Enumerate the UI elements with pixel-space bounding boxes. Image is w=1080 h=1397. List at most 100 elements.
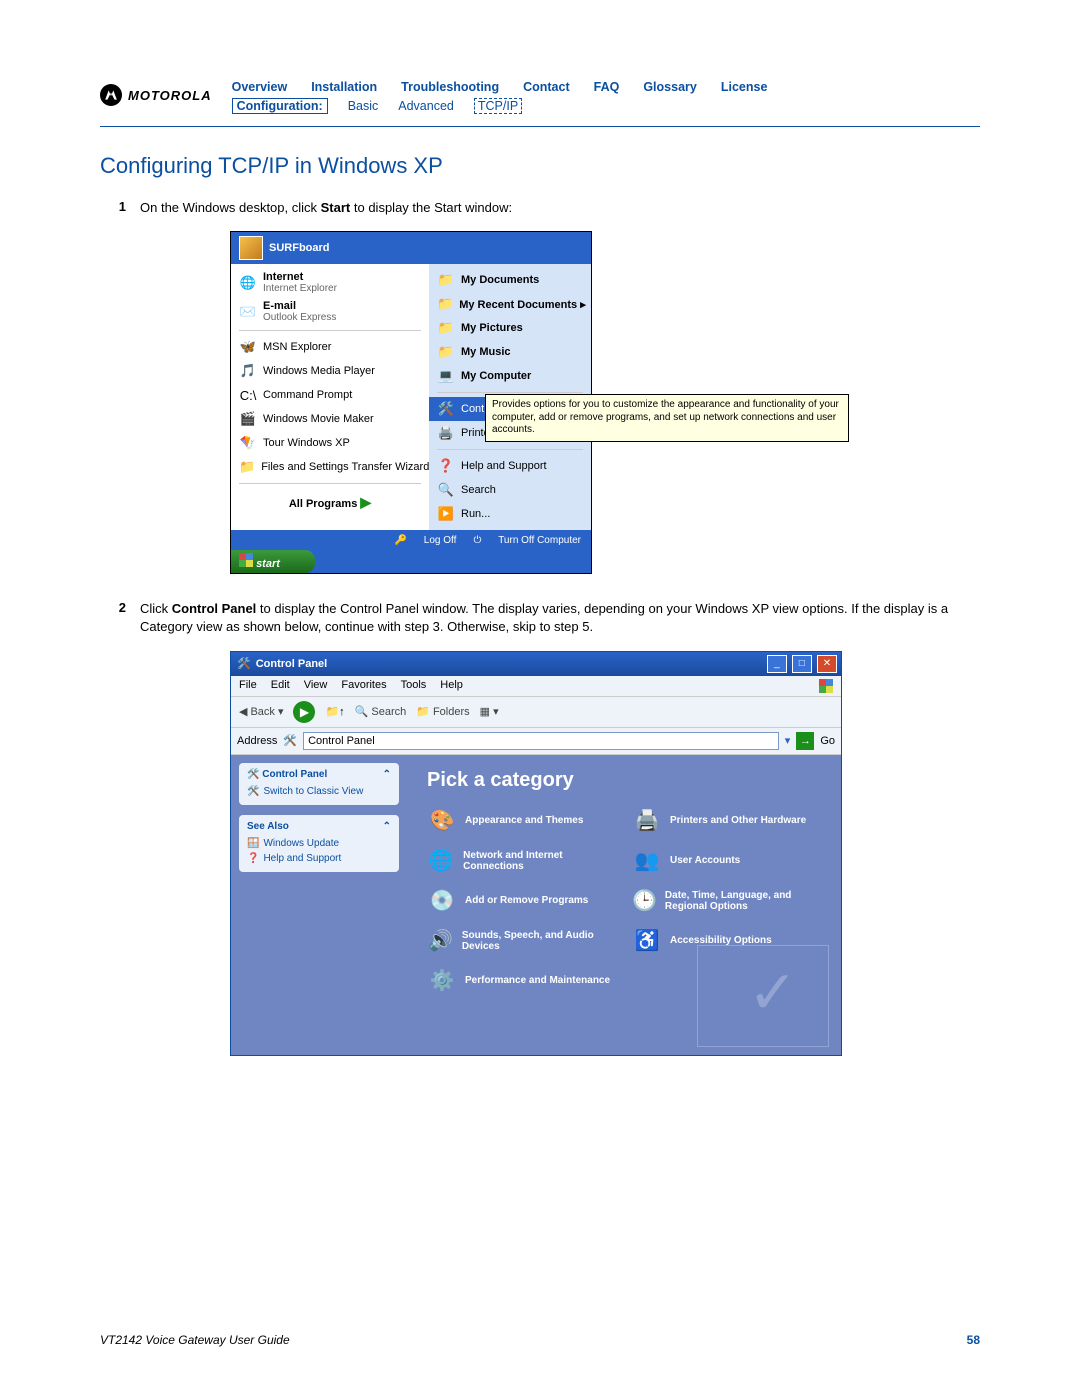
category-item[interactable]: 🕒Date, Time, Language, and Regional Opti… [632, 886, 821, 916]
windows-update-link[interactable]: 🪟 Windows Update [247, 836, 391, 851]
nav-faq[interactable]: FAQ [594, 80, 620, 94]
close-button[interactable]: ✕ [817, 655, 837, 673]
folder-icon: 📁 [437, 295, 453, 313]
menu-bar: File Edit View Favorites Tools Help [231, 676, 841, 697]
motorola-batwing-icon [100, 84, 122, 106]
start-menu-left-item[interactable]: 🎵Windows Media Player [231, 359, 429, 383]
folder-icon: ▶️ [437, 505, 455, 523]
step-2-text: Click Control Panel to display the Contr… [140, 600, 980, 636]
help-support-link[interactable]: ❓ Help and Support [247, 851, 391, 866]
logoff-button[interactable]: 🔑 Log Off [395, 535, 457, 546]
side-panel-see-also: See Also ⌃ 🪟 Windows Update ❓ Help and S… [239, 815, 399, 872]
control-panel-icon: 🛠️ [237, 657, 251, 670]
app-icon: C:\ [239, 386, 257, 404]
nav-sub-advanced[interactable]: Advanced [398, 99, 454, 113]
start-menu-right-item[interactable]: 💻My Computer [429, 364, 591, 388]
forward-button[interactable]: ▶ [293, 701, 315, 723]
nav-sub-tcpip[interactable]: TCP/IP [474, 98, 522, 114]
start-menu-right-item[interactable]: 📁My Music [429, 340, 591, 364]
start-menu-username: SURFboard [269, 242, 330, 254]
category-item[interactable]: 🌐Network and Internet Connections [427, 846, 616, 876]
nav-configuration-label[interactable]: Configuration: [232, 98, 328, 114]
start-menu-right-item[interactable]: 📁My Pictures [429, 316, 591, 340]
category-icon: 🎨 [427, 806, 457, 836]
nav-troubleshooting[interactable]: Troubleshooting [401, 80, 499, 94]
brand-logo: MOTOROLA [100, 80, 212, 106]
category-item[interactable]: 💿Add or Remove Programs [427, 886, 616, 916]
nav-contact[interactable]: Contact [523, 80, 570, 94]
app-icon: 📁 [239, 458, 255, 476]
category-icon: 💿 [427, 886, 457, 916]
address-bar: Address 🛠️ ▾ → Go [231, 728, 841, 755]
menu-help[interactable]: Help [440, 679, 463, 693]
menu-file[interactable]: File [239, 679, 257, 693]
start-menu-left-item[interactable]: 🦋MSN Explorer [231, 335, 429, 359]
category-icon: 🔊 [427, 926, 454, 956]
start-menu-left-item[interactable]: C:\Command Prompt [231, 383, 429, 407]
folders-button[interactable]: 📁 Folders [416, 705, 469, 718]
start-menu-left-item[interactable]: 🎬Windows Movie Maker [231, 407, 429, 431]
start-menu-left-item[interactable]: 🪁Tour Windows XP [231, 431, 429, 455]
go-button[interactable]: → [796, 732, 814, 750]
menu-edit[interactable]: Edit [271, 679, 290, 693]
collapse-icon[interactable]: ⌃ [383, 769, 391, 780]
category-item[interactable]: ⚙️Performance and Maintenance [427, 966, 616, 996]
side-pane: 🛠️ Control Panel ⌃ 🛠️ Switch to Classic … [231, 755, 407, 1055]
menu-view[interactable]: View [304, 679, 328, 693]
address-input[interactable] [303, 732, 779, 750]
folder-icon: 💻 [437, 367, 455, 385]
views-button[interactable]: ▦ ▾ [480, 705, 499, 718]
start-menu-user-banner: SURFboard [231, 232, 591, 264]
window-title: Control Panel [256, 658, 328, 670]
nav-sub-basic[interactable]: Basic [348, 99, 379, 113]
windows-flag-icon [239, 553, 253, 567]
nav-glossary[interactable]: Glossary [643, 80, 697, 94]
step-1-text: On the Windows desktop, click Start to d… [140, 199, 980, 217]
start-menu-right-item[interactable]: ❓Help and Support [429, 454, 591, 478]
category-item[interactable]: 👥User Accounts [632, 846, 821, 876]
turnoff-button[interactable]: ⏻ Turn Off Computer [473, 535, 581, 546]
start-menu-right-item[interactable]: 📁My Recent Documents ▸ [429, 292, 591, 316]
start-menu-left-item[interactable]: ✉️E-mailOutlook Express [231, 297, 429, 326]
collapse-icon[interactable]: ⌃ [383, 821, 391, 832]
menu-favorites[interactable]: Favorites [341, 679, 386, 693]
app-icon: 🌐 [239, 274, 257, 292]
start-menu-right-item[interactable]: ▶️Run... [429, 502, 591, 526]
start-menu-left-pane: 🌐InternetInternet Explorer✉️E-mailOutloo… [231, 264, 429, 530]
windows-flag-icon [819, 679, 833, 693]
address-dropdown[interactable]: ▾ [785, 734, 791, 747]
category-item[interactable]: 🖨️Printers and Other Hardware [632, 806, 821, 836]
main-pane: Pick a category 🎨Appearance and Themes🖨️… [407, 755, 841, 1055]
nav-overview[interactable]: Overview [232, 80, 288, 94]
section-title: Configuring TCP/IP in Windows XP [100, 153, 980, 179]
step-2-number: 2 [100, 600, 126, 636]
category-item[interactable]: 🔊Sounds, Speech, and Audio Devices [427, 926, 616, 956]
category-item[interactable]: 🎨Appearance and Themes [427, 806, 616, 836]
nav-installation[interactable]: Installation [311, 80, 377, 94]
nav-license[interactable]: License [721, 80, 768, 94]
step-1: 1 On the Windows desktop, click Start to… [100, 199, 980, 217]
start-menu-left-item[interactable]: 📁Files and Settings Transfer Wizard [231, 455, 429, 479]
switch-classic-view-link[interactable]: 🛠️ Switch to Classic View [247, 784, 391, 799]
start-menu-right-item[interactable]: 🔍Search [429, 478, 591, 502]
up-button[interactable]: 📁↑ [325, 705, 344, 718]
control-panel-tooltip: Provides options for you to customize th… [485, 394, 849, 442]
category-icon: 👥 [632, 846, 662, 876]
start-button[interactable]: start [231, 550, 591, 573]
start-menu-left-item[interactable]: 🌐InternetInternet Explorer [231, 268, 429, 297]
folder-icon: 🔍 [437, 481, 455, 499]
app-icon: 🪁 [239, 434, 257, 452]
maximize-button[interactable]: □ [792, 655, 812, 673]
menu-tools[interactable]: Tools [401, 679, 427, 693]
all-programs-button[interactable]: All Programs ▶ [231, 488, 429, 517]
minimize-button[interactable]: _ [767, 655, 787, 673]
start-menu-right-item[interactable]: 📁My Documents [429, 268, 591, 292]
category-icon: ♿ [632, 926, 662, 956]
search-button[interactable]: 🔍 Search [355, 705, 407, 718]
start-menu-right-pane: 📁My Documents📁My Recent Documents ▸📁My P… [429, 264, 591, 530]
app-icon: ✉️ [239, 303, 257, 321]
window-titlebar: 🛠️ Control Panel _ □ ✕ [231, 652, 841, 676]
back-button[interactable]: ◀ Back ▾ [239, 705, 283, 718]
page-number: 58 [967, 1333, 980, 1347]
control-panel-icon: 🛠️ [283, 734, 297, 747]
